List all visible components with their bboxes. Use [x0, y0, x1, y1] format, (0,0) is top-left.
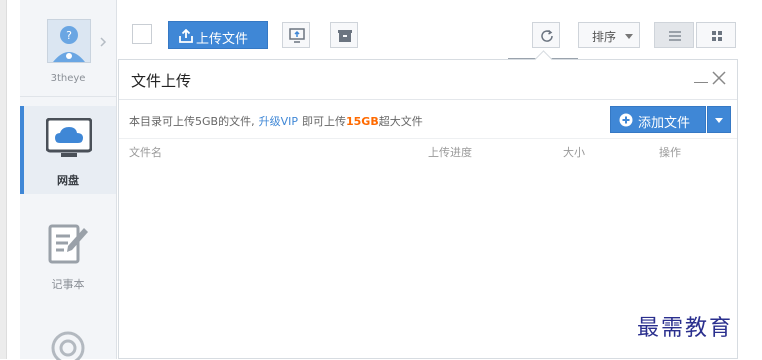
upload-file-label: 上传文件 [196, 32, 249, 47]
list-view-button[interactable] [654, 22, 694, 48]
sidebar-item-more[interactable] [20, 326, 116, 360]
info-prefix: 本目录可上传5GB的文件, [129, 115, 255, 128]
grid-view-icon [712, 31, 722, 41]
panel-title: 文件上传 [131, 72, 192, 90]
info-middle: 即可上传 [301, 115, 346, 128]
new-folder-button[interactable] [330, 22, 358, 48]
refresh-button[interactable] [532, 22, 560, 48]
chevron-down-icon [625, 34, 633, 39]
sidebar-item-netdisk[interactable]: 网盘 [20, 106, 116, 194]
table-header: 文件名 上传进度 大小 操作 [119, 138, 737, 163]
sidebar-item-label: 记事本 [51, 278, 85, 291]
username: 3theye [50, 73, 86, 84]
grid-view-button[interactable] [696, 22, 736, 48]
info-highlight: 15GB [345, 115, 379, 128]
view-toggle [654, 22, 736, 48]
plus-circle-icon [619, 113, 633, 127]
notepad-icon [48, 224, 88, 264]
close-icon[interactable] [711, 70, 727, 86]
refresh-icon [541, 29, 553, 42]
column-progress: 上传进度 [428, 146, 472, 159]
sidebar: ? 3theye 网盘 记事本 [20, 0, 117, 360]
upgrade-vip-link[interactable]: 升级VIP [259, 115, 298, 128]
avatar[interactable]: ? [47, 19, 91, 63]
user-profile[interactable]: ? 3theye [20, 10, 116, 96]
sort-dropdown[interactable]: 排序 [578, 22, 640, 48]
minimize-icon[interactable] [693, 68, 709, 88]
chevron-right-icon[interactable] [98, 36, 108, 48]
default-avatar-icon: ? [48, 20, 90, 62]
window-left-edge [0, 0, 7, 359]
info-suffix: 超大文件 [378, 115, 423, 128]
upload-icon [179, 29, 193, 43]
cloud-monitor-icon [46, 118, 92, 157]
add-file-label: 添加文件 [638, 116, 691, 131]
add-file-dropdown[interactable] [707, 106, 731, 133]
sidebar-item-label: 网盘 [57, 174, 79, 187]
upload-info-row: 本目录可上传5GB的文件, 升级VIP 即可上传15GB超大文件 添加文件 [119, 100, 737, 138]
panel-header: 文件上传 [119, 60, 737, 100]
watermark: 最需教育 [637, 316, 734, 341]
column-size: 大小 [563, 146, 585, 159]
upload-limit-text: 本目录可上传5GB的文件, 升级VIP 即可上传15GB超大文件 [129, 113, 423, 129]
column-filename: 文件名 [129, 146, 162, 159]
sidebar-divider [20, 96, 116, 97]
monitor-upload-icon [289, 28, 305, 43]
sort-label: 排序 [592, 30, 617, 44]
list-view-icon [669, 31, 681, 41]
upload-file-button[interactable]: 上传文件 [168, 21, 268, 49]
select-all-checkbox[interactable] [132, 24, 152, 44]
sidebar-item-notepad[interactable]: 记事本 [20, 214, 116, 294]
column-operations: 操作 [659, 146, 681, 159]
add-file-button[interactable]: 添加文件 [610, 106, 706, 133]
svg-text:?: ? [66, 29, 72, 42]
remote-upload-button[interactable] [282, 22, 310, 48]
toolbar: 上传文件 排序 [124, 16, 736, 54]
circle-icon [51, 331, 85, 360]
archive-box-icon [338, 30, 352, 42]
